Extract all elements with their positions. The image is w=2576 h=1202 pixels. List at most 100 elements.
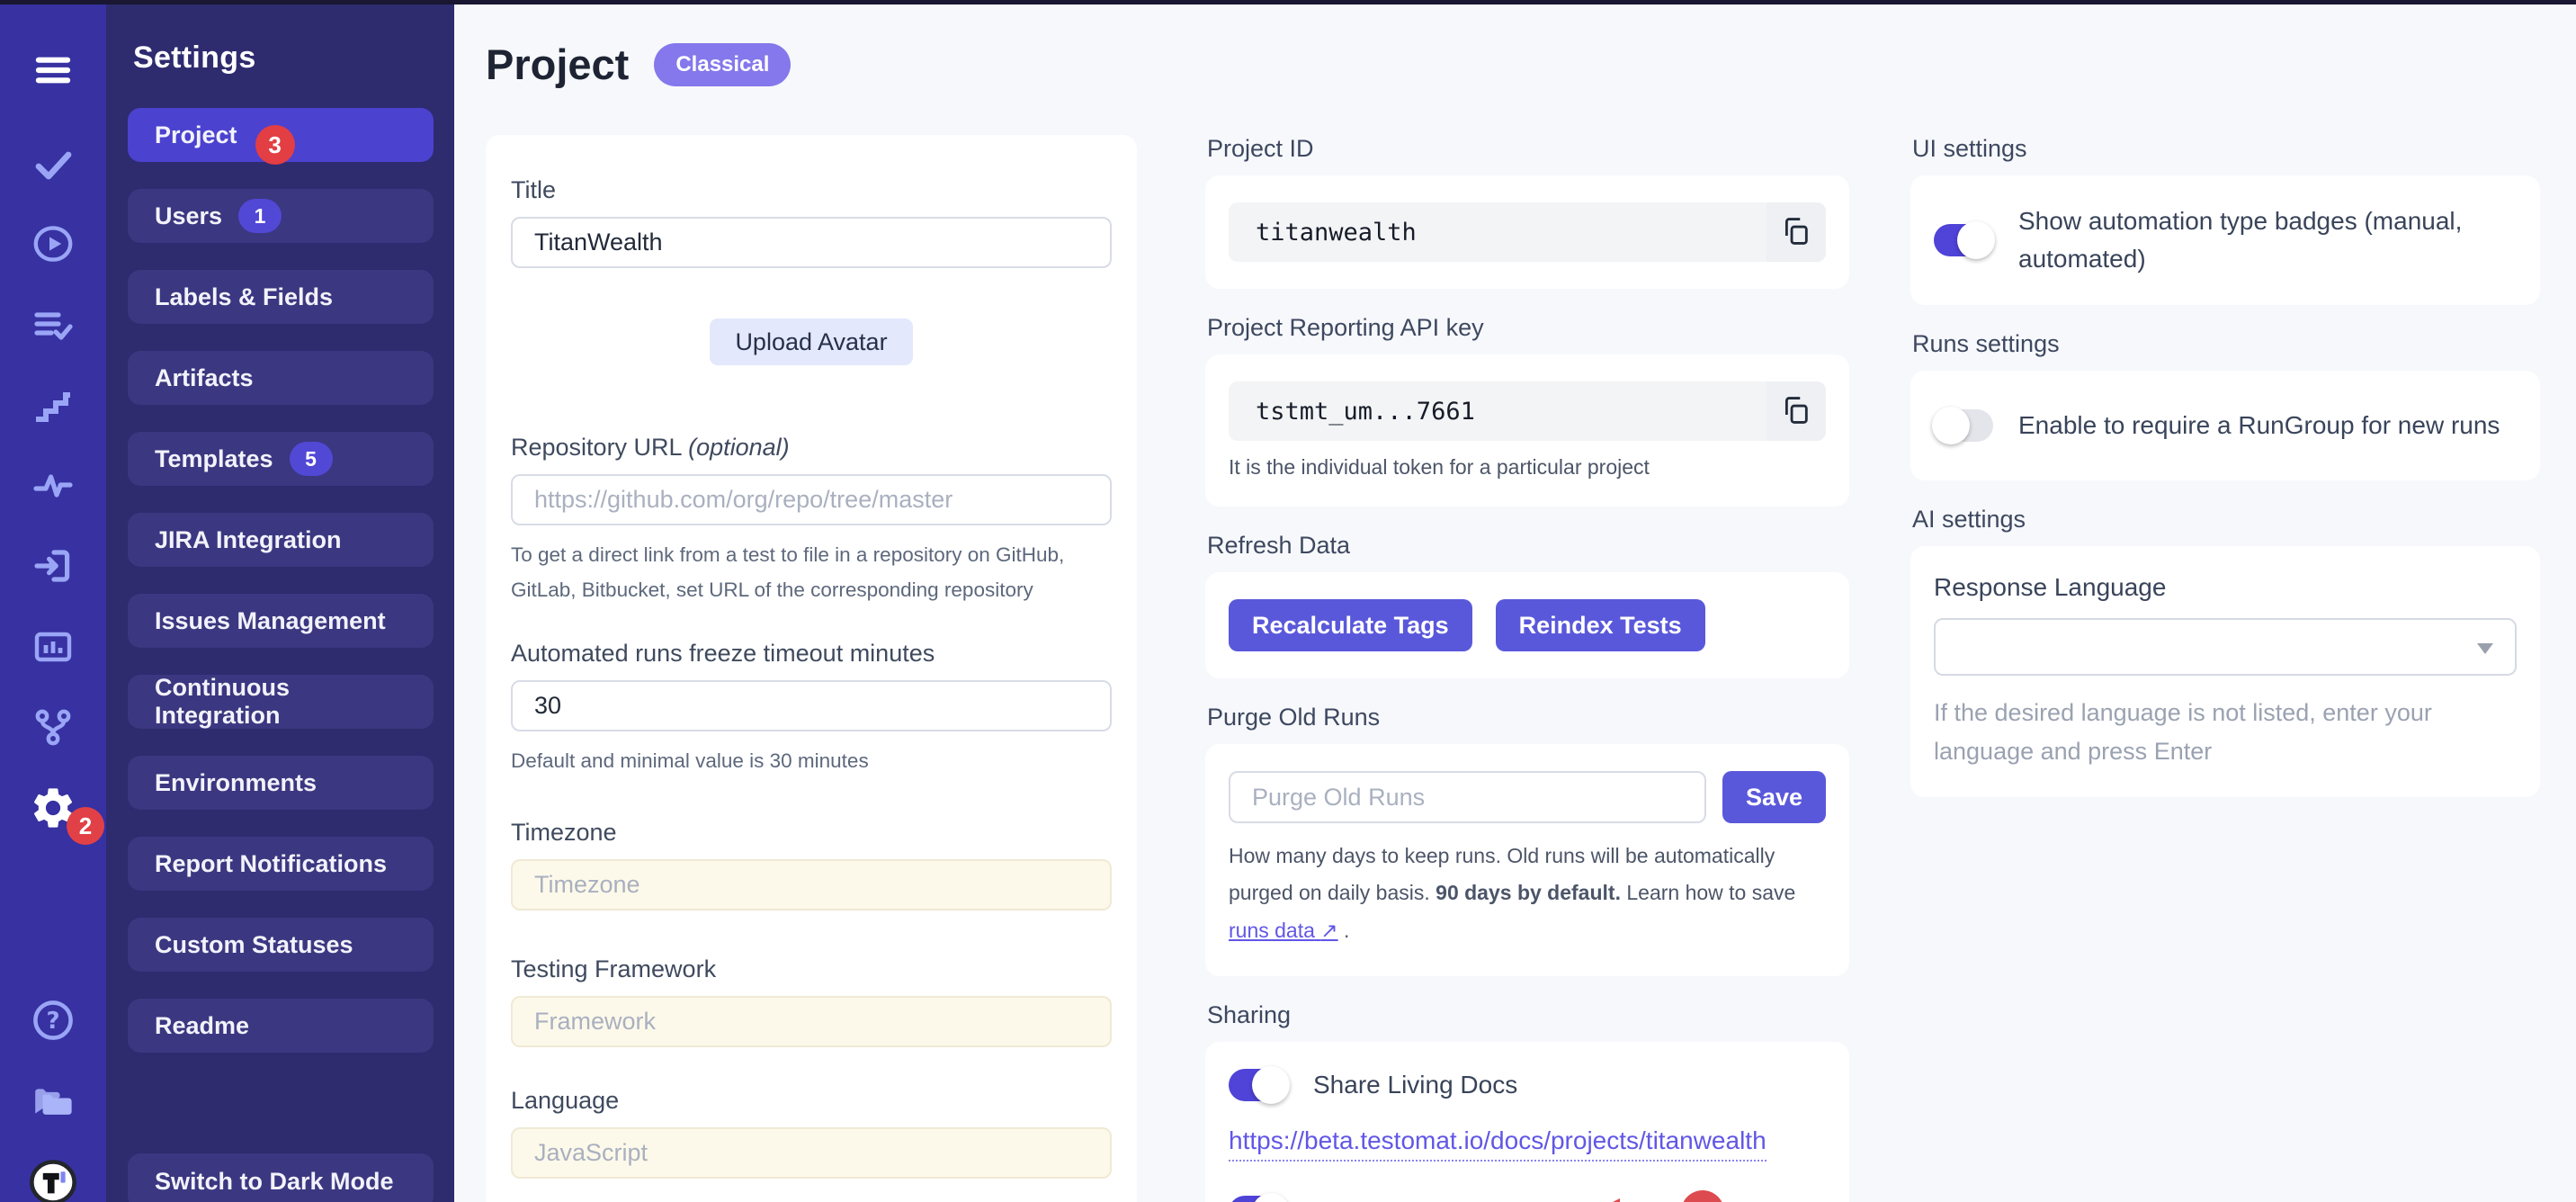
sharing-label: Sharing — [1207, 1001, 1849, 1029]
rungroup-row: Enable to require a RunGroup for new run… — [1934, 407, 2517, 444]
refresh-data-label: Refresh Data — [1207, 532, 1849, 560]
freeze-timeout-help: Default and minimal value is 30 minutes — [511, 744, 1112, 779]
sign-in-icon[interactable] — [0, 544, 106, 588]
list-check-icon[interactable] — [0, 304, 106, 347]
share-living-docs-label: Share Living Docs — [1313, 1071, 1517, 1099]
ui-settings-card: Show automation type badges (manual, aut… — [1910, 175, 2540, 305]
copy-project-id-button[interactable] — [1767, 202, 1826, 262]
automation-badges-row: Show automation type badges (manual, aut… — [1934, 202, 2517, 278]
page-title: Project — [486, 40, 629, 89]
testing-framework-label: Testing Framework — [511, 955, 1112, 983]
ai-settings-card: Response Language If the desired languag… — [1910, 546, 2540, 797]
steps-icon[interactable] — [0, 385, 106, 428]
language-label: Language — [511, 1087, 1112, 1115]
project-id-field: titanwealth — [1229, 202, 1826, 262]
upload-avatar-button[interactable]: Upload Avatar — [710, 318, 912, 365]
sidebar-item-project[interactable]: Project 3 — [128, 108, 434, 162]
enable-public-report-toggle[interactable] — [1229, 1196, 1288, 1202]
testing-framework-input[interactable] — [511, 996, 1112, 1047]
sidebar-item-jira-integration[interactable]: JIRA Integration — [128, 513, 434, 567]
enable-public-report-row: Enable Public Report 4 — [1229, 1190, 1826, 1202]
rungroup-label: Enable to require a RunGroup for new run… — [2018, 407, 2500, 444]
automation-badges-toggle[interactable] — [1934, 224, 1993, 256]
timezone-label: Timezone — [511, 819, 1112, 847]
repository-url-input[interactable] — [511, 474, 1112, 525]
git-branch-icon[interactable] — [0, 705, 106, 749]
purge-old-runs-card: Save How many days to keep runs. Old run… — [1205, 744, 1849, 976]
sidebar-item-artifacts[interactable]: Artifacts — [128, 351, 434, 405]
api-key-field: tstmt_um...7661 — [1229, 381, 1826, 441]
window-top-strip — [0, 0, 2576, 4]
api-key-label: Project Reporting API key — [1207, 314, 1849, 342]
app-logo[interactable] — [0, 1159, 106, 1202]
activity-icon[interactable] — [0, 464, 106, 507]
sidebar-item-issues-management[interactable]: Issues Management — [128, 594, 434, 648]
sidebar-item-continuous-integration[interactable]: Continuous Integration — [128, 675, 434, 729]
purge-save-button[interactable]: Save — [1722, 771, 1826, 823]
project-id-card: titanwealth — [1205, 175, 1849, 289]
bar-chart-icon[interactable] — [0, 625, 106, 668]
api-key-help: It is the individual token for a particu… — [1229, 455, 1826, 480]
toggle-knob — [1252, 1066, 1290, 1104]
toggle-knob — [1252, 1193, 1290, 1202]
hamburger-icon[interactable] — [0, 49, 106, 91]
enable-public-report-label: Enable Public Report — [1313, 1198, 1550, 1202]
svg-text:?: ? — [46, 1008, 59, 1035]
project-annotation-badge: 3 — [255, 125, 295, 165]
page-header: Project Classical — [486, 40, 791, 89]
sidebar-item-users[interactable]: Users 1 — [128, 189, 434, 243]
sidebar-title: Settings — [133, 40, 256, 76]
project-meta-column: Project ID titanwealth Project Reporting… — [1205, 135, 1849, 1202]
dark-mode-toggle-button[interactable]: Switch to Dark Mode — [128, 1153, 434, 1202]
check-icon[interactable] — [0, 143, 106, 186]
templates-count-badge: 5 — [290, 442, 333, 476]
runs-settings-card: Enable to require a RunGroup for new run… — [1910, 371, 2540, 480]
general-settings-card: Title Upload Avatar Repository URL (opti… — [486, 135, 1137, 1202]
repository-url-label: Repository URL (optional) — [511, 434, 1112, 462]
sidebar-item-readme[interactable]: Readme — [128, 999, 434, 1053]
annotation-number-badge: 4 — [1681, 1190, 1724, 1202]
purge-days-input[interactable] — [1229, 771, 1706, 823]
users-count-badge: 1 — [238, 199, 282, 233]
red-arrow-left-icon — [1597, 1194, 1674, 1202]
project-id-value: titanwealth — [1229, 202, 1767, 262]
rungroup-toggle[interactable] — [1934, 409, 1993, 442]
settings-sidebar: Settings Project 3 Users 1 Labels & Fiel… — [106, 4, 454, 1202]
copy-api-key-button[interactable] — [1767, 381, 1826, 441]
api-key-value: tstmt_um...7661 — [1229, 381, 1767, 441]
share-living-docs-row: Share Living Docs — [1229, 1069, 1826, 1101]
purge-help-text: How many days to keep runs. Old runs wil… — [1229, 838, 1826, 949]
timezone-input[interactable] — [511, 859, 1112, 910]
project-type-badge: Classical — [654, 43, 791, 86]
language-input[interactable] — [511, 1127, 1112, 1179]
runs-settings-label: Runs settings — [1912, 330, 2540, 358]
freeze-timeout-label: Automated runs freeze timeout minutes — [511, 640, 1112, 668]
repository-url-help: To get a direct link from a test to file… — [511, 538, 1112, 607]
api-key-card: tstmt_um...7661 It is the individual tok… — [1205, 354, 1849, 507]
response-language-label: Response Language — [1934, 573, 2517, 602]
living-docs-url-link[interactable]: https://beta.testomat.io/docs/projects/t… — [1229, 1126, 1767, 1162]
runs-data-link[interactable]: runs data ↗ — [1229, 919, 1338, 942]
title-input[interactable] — [511, 217, 1112, 268]
share-living-docs-toggle[interactable] — [1229, 1069, 1288, 1101]
refresh-data-card: Recalculate Tags Reindex Tests — [1205, 572, 1849, 678]
sidebar-item-labels-fields[interactable]: Labels & Fields — [128, 270, 434, 324]
reindex-tests-button[interactable]: Reindex Tests — [1496, 599, 1705, 651]
folders-icon[interactable] — [0, 1077, 106, 1122]
sidebar-item-environments[interactable]: Environments — [128, 756, 434, 810]
freeze-timeout-input[interactable] — [511, 680, 1112, 731]
toggle-knob — [1957, 221, 1995, 259]
annotation-4: 4 — [1597, 1190, 1724, 1202]
project-id-label: Project ID — [1207, 135, 1849, 163]
sidebar-item-templates[interactable]: Templates 5 — [128, 432, 434, 486]
sidebar-item-custom-statuses[interactable]: Custom Statuses — [128, 918, 434, 972]
play-circle-icon[interactable] — [0, 222, 106, 265]
automation-badges-label: Show automation type badges (manual, aut… — [2018, 202, 2495, 278]
title-label: Title — [511, 176, 1112, 204]
help-icon[interactable]: ? — [0, 998, 106, 1043]
response-language-select[interactable] — [1934, 618, 2517, 676]
sidebar-item-report-notifications[interactable]: Report Notifications — [128, 837, 434, 891]
copy-icon — [1781, 395, 1811, 428]
toggle-knob — [1932, 407, 1970, 444]
recalculate-tags-button[interactable]: Recalculate Tags — [1229, 599, 1472, 651]
